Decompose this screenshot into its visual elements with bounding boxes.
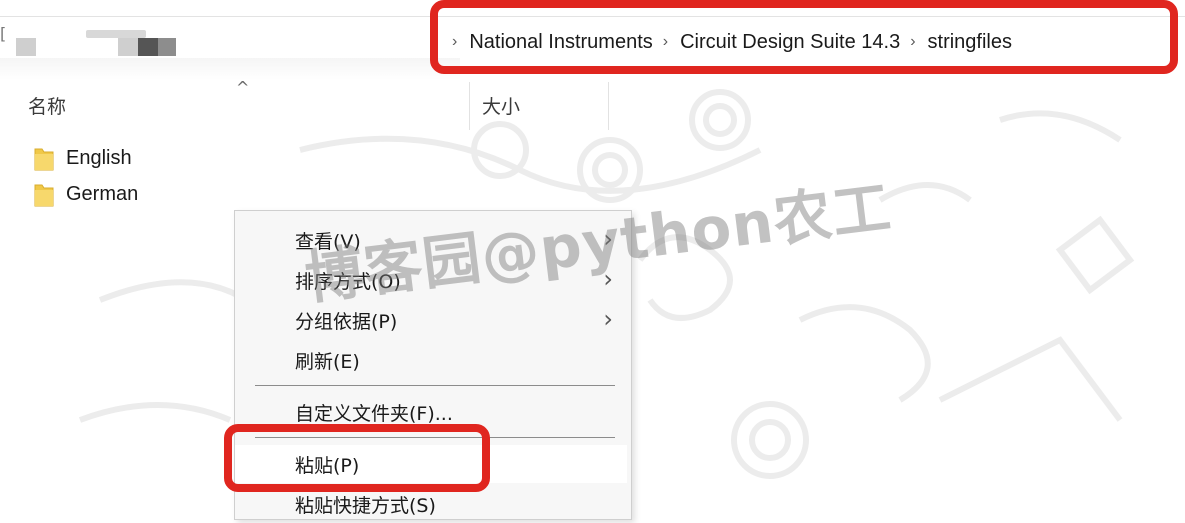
menu-item-label: 分组依据(P) [295,310,398,333]
menu-item-refresh[interactable]: 刷新(E) [235,341,631,379]
menu-separator [255,385,615,386]
menu-item-label: 自定义文件夹(F)... [295,402,453,425]
menu-item-sort-by[interactable]: 排序方式(O) › [235,261,631,299]
redacted-path-segment [16,38,36,56]
menu-item-view[interactable]: 查看(V) › [235,221,631,259]
chevron-right-icon: › [603,305,613,333]
chevron-right-icon: › [603,225,613,253]
menu-item-label: 查看(V) [295,230,361,253]
list-item[interactable]: English [34,143,132,173]
column-divider[interactable] [469,82,470,130]
file-name: English [66,146,132,169]
redacted-path-segment [86,30,146,38]
folder-icon [34,181,54,207]
list-item[interactable]: German [34,179,138,209]
folder-icon [34,145,54,171]
chevron-right-icon: › [603,265,613,293]
menu-item-group-by[interactable]: 分组依据(P) › [235,301,631,339]
blurred-region [0,58,460,80]
column-divider[interactable] [608,82,609,130]
cropped-edge-glyph: [ [0,24,7,43]
column-header-name[interactable]: 名称 [28,92,66,119]
redacted-path-segment [138,38,158,56]
breadcrumb-highlight-box [430,0,1178,74]
redacted-path-segment [158,38,176,56]
file-name: German [66,182,139,205]
paste-highlight-box [224,424,490,492]
menu-item-label: 刷新(E) [295,350,360,373]
sort-ascending-icon: ^ [236,78,250,97]
menu-item-label: 粘贴快捷方式(S) [295,494,436,517]
column-header-size[interactable]: 大小 [482,92,520,119]
menu-item-label: 排序方式(O) [295,270,401,293]
